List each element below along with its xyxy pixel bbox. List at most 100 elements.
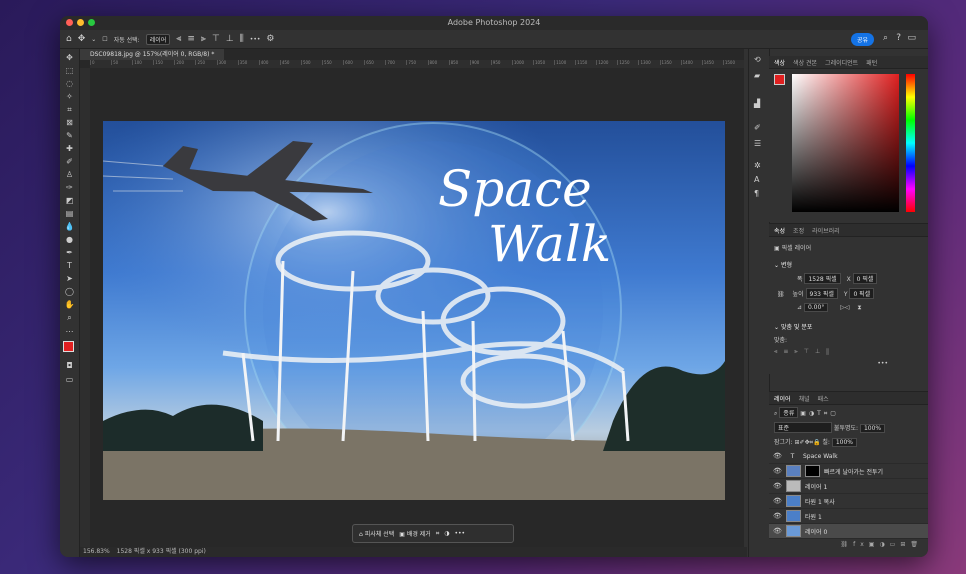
chevron-down-icon[interactable]: ⌄ (91, 36, 96, 43)
help-icon[interactable]: ? (896, 33, 901, 43)
context-more-button[interactable]: ••• (454, 530, 465, 537)
ellipse-icon[interactable]: ◯ (64, 287, 75, 297)
healing-icon[interactable]: ✚ (64, 144, 75, 154)
path-select-icon[interactable]: ➤ (64, 274, 75, 284)
align-center-icon[interactable]: ≡ (187, 34, 195, 44)
auto-select-dropdown[interactable]: 레이어 (145, 33, 171, 45)
chevron-icon[interactable]: ⌄ (774, 262, 779, 269)
color-field[interactable] (792, 74, 899, 212)
properties-more-button[interactable]: ••• (877, 360, 888, 367)
layer-row-selected[interactable]: 👁 레이어 0 (769, 524, 928, 539)
tab-libraries[interactable]: 라이브러리 (812, 226, 840, 235)
blend-mode-dropdown[interactable]: 표준 (774, 422, 832, 433)
image-canvas[interactable]: Space Walk (103, 121, 725, 500)
gear-icon[interactable]: ⚙ (266, 34, 274, 44)
height-field[interactable]: 933 픽셀 (805, 288, 838, 299)
brush-icon[interactable]: ✐ (64, 157, 75, 167)
hue-slider[interactable] (906, 74, 915, 212)
dodge-icon[interactable]: ● (64, 235, 75, 245)
fill-field[interactable]: 100% (831, 438, 857, 447)
eyedropper-icon[interactable]: ✎ (64, 131, 75, 141)
layer-filter-dropdown[interactable]: 종류 (779, 407, 799, 418)
move-tool-icon[interactable]: ✥ (78, 34, 86, 44)
more-tools-icon[interactable]: ⋯ (64, 327, 75, 337)
crop-icon[interactable]: ⌗ (64, 105, 75, 115)
align-right-icon[interactable]: ⫸ (201, 34, 206, 44)
lasso-icon[interactable]: ◌ (64, 79, 75, 89)
tab-swatches[interactable]: 색상 견본 (793, 58, 817, 67)
layer-row[interactable]: 👁 타원 1 (769, 509, 928, 524)
link-icon[interactable]: ⛓ (777, 291, 785, 298)
opacity-field[interactable]: 100% (859, 424, 886, 433)
zoom-button[interactable] (88, 19, 95, 26)
eye-icon[interactable]: 👁 (773, 482, 782, 490)
blur-icon[interactable]: 💧 (64, 222, 75, 232)
history-icon[interactable]: ⟲ (754, 55, 761, 64)
tab-color[interactable]: 색상 (774, 58, 785, 67)
align-top-icon[interactable]: ⊤ (212, 34, 220, 44)
type-icon[interactable]: T (64, 261, 75, 271)
filter-icons[interactable]: ▣◑T⌗▢ (800, 410, 839, 417)
cog-icon[interactable]: ✲ (754, 161, 761, 170)
document-tab[interactable]: DSC09818.jpg @ 157%(레이어 0, RGB/8) * (80, 49, 225, 60)
comments-icon[interactable]: ▰ (754, 71, 760, 80)
adjust-panel-icon[interactable]: ☰ (754, 139, 761, 148)
pen-icon[interactable]: ✒ (64, 248, 75, 258)
tab-adjustments[interactable]: 조정 (793, 226, 804, 235)
tab-patterns[interactable]: 패턴 (866, 58, 877, 67)
minimize-button[interactable] (77, 19, 84, 26)
eye-icon[interactable]: 👁 (773, 512, 782, 520)
distribute-icon[interactable]: ⫼ (240, 34, 244, 44)
zoom-level[interactable]: 156.83% (83, 548, 110, 555)
width-field[interactable]: 1528 픽셀 (804, 273, 841, 284)
brush-settings-icon[interactable]: ✐ (754, 123, 761, 132)
gradient-icon[interactable]: ▤ (64, 209, 75, 219)
crop-suggest-icon[interactable]: ⌗ (436, 530, 439, 538)
foreground-color-swatch[interactable] (63, 341, 74, 352)
layer-actions-icons[interactable]: ⛓fx▣◑▭⊞🗑 (841, 541, 924, 548)
eraser-icon[interactable]: ◩ (64, 196, 75, 206)
fg-color-chip[interactable] (774, 74, 785, 85)
tab-paths[interactable]: 패스 (818, 394, 829, 403)
align-left-icon[interactable]: ⫷ (176, 34, 181, 44)
align-buttons-icon[interactable]: ⫷≡⫸⊤⊥⫼ (774, 348, 835, 355)
tab-layers[interactable]: 레이어 (774, 394, 791, 403)
x-field[interactable]: 0 픽셀 (852, 273, 878, 284)
tab-gradients[interactable]: 그레이디언트 (825, 58, 858, 67)
flip-h-icon[interactable]: ▷◁ (840, 304, 849, 311)
close-button[interactable] (66, 19, 73, 26)
frame-icon[interactable]: ⊠ (64, 118, 75, 128)
home-icon[interactable]: ⌂ (66, 34, 72, 44)
eye-icon[interactable]: 👁 (773, 497, 782, 505)
character-icon[interactable]: A (754, 175, 759, 184)
tab-channels[interactable]: 채널 (799, 394, 810, 403)
zoom-icon[interactable]: ⌕ (64, 313, 75, 323)
paragraph-icon[interactable]: ¶ (754, 189, 759, 198)
share-button[interactable]: 공유 (850, 33, 874, 46)
layer-row[interactable]: 👁 T Space Walk (769, 449, 928, 464)
layer-row[interactable]: 👁 타원 1 복사 (769, 494, 928, 509)
align-middle-icon[interactable]: ⊥ (226, 34, 234, 44)
adjust-icon[interactable]: ◑ (444, 530, 449, 537)
screen-mode-icon[interactable]: ▭ (64, 375, 75, 385)
remove-background-button[interactable]: ▣ 배경 제거 (399, 529, 431, 538)
history-brush-icon[interactable]: ✑ (64, 183, 75, 193)
search-icon[interactable]: ⌕ (883, 33, 888, 43)
chevron-icon-2[interactable]: ⌄ (774, 324, 779, 331)
layer-row[interactable]: 👁 레이어 1 (769, 479, 928, 494)
more-options-button[interactable]: ••• (250, 36, 261, 43)
stamp-icon[interactable]: ♙ (64, 170, 75, 180)
tab-properties[interactable]: 속성 (774, 226, 785, 235)
quick-select-icon[interactable]: ✧ (64, 92, 75, 102)
lock-icons[interactable]: ⊞✐✥⌗🔒 (795, 439, 821, 446)
select-subject-button[interactable]: ⌂ 피사체 선택 (359, 529, 394, 538)
layer-row[interactable]: 👁 빠르게 날아가는 전투기 (769, 464, 928, 479)
angle-field[interactable]: 0.00° (803, 303, 829, 312)
histogram-icon[interactable]: ▟ (754, 99, 760, 108)
marquee-icon[interactable]: ⬚ (64, 66, 75, 76)
checkbox-icon[interactable]: ☐ (102, 36, 107, 43)
hand-icon[interactable]: ✋ (64, 300, 75, 310)
quick-mask-icon[interactable]: ◘ (64, 361, 75, 371)
move-icon[interactable]: ✥ (64, 53, 75, 63)
workspace-icon[interactable]: ▭ (907, 33, 916, 43)
